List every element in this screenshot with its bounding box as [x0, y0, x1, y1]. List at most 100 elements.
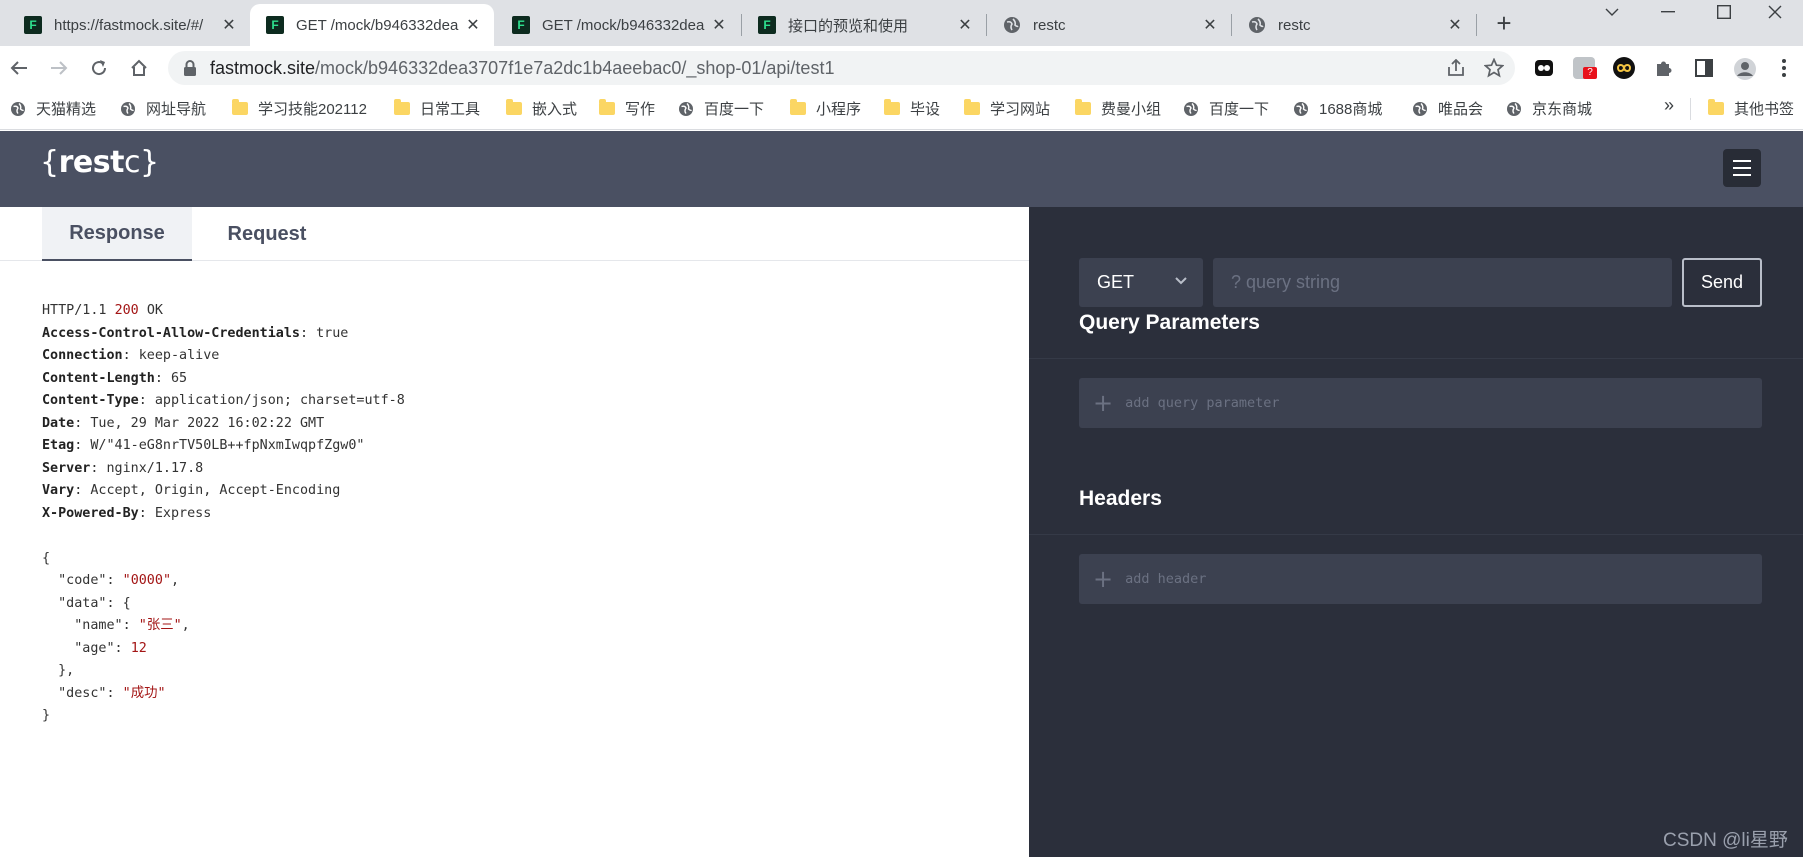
address-bar[interactable]: fastmock.site/mock/b946332dea3707f1e7a2d… [168, 51, 1515, 85]
extension-icon[interactable] [1533, 57, 1555, 79]
header-name: Connection [42, 348, 123, 363]
maximize-icon[interactable] [1696, 0, 1752, 24]
header-value: nginx/1.17.8 [106, 460, 204, 476]
close-icon[interactable]: ✕ [956, 15, 974, 35]
more-bookmarks-button[interactable]: » [1664, 95, 1674, 116]
url-text[interactable]: fastmock.site/mock/b946332dea3707f1e7a2d… [210, 58, 834, 79]
bookmark-item[interactable]: 费曼小组 [1075, 98, 1161, 119]
lock-icon[interactable] [182, 59, 198, 77]
send-button[interactable]: Send [1682, 258, 1762, 307]
bookmark-label: 网址导航 [146, 101, 207, 118]
response-panel: Response Request HTTP/1.1 200 OK Access-… [0, 207, 1029, 857]
bookmark-item[interactable]: 学习网站 [964, 98, 1050, 119]
headers-title: Headers [1079, 487, 1162, 510]
bookmark-item[interactable]: 小程序 [790, 98, 861, 119]
method-value: GET [1097, 272, 1135, 292]
bookmark-label: 费曼小组 [1101, 101, 1162, 118]
add-header-button[interactable]: + add header [1079, 554, 1762, 604]
window-close-icon[interactable] [1747, 0, 1803, 24]
bookmark-item[interactable]: 写作 [599, 98, 655, 119]
browser-tab[interactable]: F 接口的预览和使用 ✕ [742, 4, 986, 46]
header-name: X-Powered-By [42, 505, 139, 521]
forward-icon[interactable] [46, 55, 72, 81]
close-icon[interactable]: ✕ [220, 15, 238, 35]
close-icon[interactable]: ✕ [464, 15, 482, 35]
window-dropdown-icon[interactable] [1584, 0, 1640, 24]
folder-icon [506, 99, 522, 115]
divider [1029, 358, 1803, 359]
tab-title: restc [1033, 16, 1066, 34]
home-icon[interactable] [126, 55, 152, 81]
query-string-input[interactable] [1213, 258, 1672, 307]
hamburger-menu-icon[interactable] [1723, 149, 1761, 187]
side-panel-icon[interactable] [1693, 57, 1715, 79]
response-content: HTTP/1.1 200 OK Access-Control-Allow-Cre… [42, 303, 405, 723]
reload-icon[interactable] [86, 55, 112, 81]
method-select[interactable]: GET [1079, 258, 1203, 307]
bookmark-item[interactable]: 日常工具 [394, 98, 480, 119]
extensions-puzzle-icon[interactable] [1653, 57, 1675, 79]
other-bookmarks-button[interactable]: 其他书签 [1708, 98, 1794, 119]
header-value: true [316, 325, 349, 341]
response-header-line: Etag: W/"41-eG8nrTV50LB++fpNxmIwqpfZgw0" [42, 438, 365, 453]
plus-icon: + [1093, 565, 1114, 593]
minimize-icon[interactable] [1640, 0, 1696, 24]
bookmark-label: 京东商城 [1532, 101, 1593, 118]
bookmark-item[interactable]: 京东商城 [1506, 98, 1592, 119]
header-name: Content-Type [42, 393, 139, 408]
bookmark-label: 嵌入式 [532, 101, 578, 118]
extension-badge: ? [1583, 67, 1597, 79]
bookmark-item[interactable]: 学习技能202112 [232, 98, 367, 119]
request-panel: GET Send Query Parameters + add query par… [1029, 207, 1803, 857]
chevron-down-icon [1175, 277, 1187, 285]
tab-request[interactable]: Request [192, 207, 342, 261]
browser-tab[interactable]: F https://fastmock.site/#/ ✕ [8, 4, 250, 46]
new-tab-button[interactable]: + [1490, 10, 1518, 38]
globe-icon [679, 101, 693, 116]
add-query-parameter-button[interactable]: + add query parameter [1079, 378, 1762, 428]
status-text: OK [146, 303, 163, 318]
browser-tab[interactable]: restc ✕ [987, 4, 1231, 46]
share-icon[interactable] [1446, 59, 1466, 77]
close-icon[interactable]: ✕ [1446, 15, 1464, 35]
url-path: /mock/b946332dea3707f1e7a2dc1b4aeebac0/_… [315, 58, 835, 78]
tab-title: 接口的预览和使用 [788, 17, 909, 35]
bookmark-item[interactable]: 嵌入式 [506, 98, 577, 119]
panel-tabs: Response Request [0, 207, 1029, 261]
header-value: keep-alive [138, 348, 220, 363]
close-icon[interactable]: ✕ [1201, 15, 1219, 35]
folder-icon [394, 99, 410, 115]
fastmock-icon: F [266, 16, 284, 34]
bookmark-item[interactable]: 百度一下 [678, 98, 764, 119]
bookmark-item[interactable]: 唯品会 [1412, 98, 1483, 119]
header-value: 65 [171, 370, 188, 386]
browser-tab-active[interactable]: F GET /mock/b946332dea ✕ [250, 4, 494, 46]
extension-icon[interactable]: ? [1573, 57, 1597, 79]
profile-avatar[interactable] [1733, 57, 1756, 80]
bookmark-label: 百度一下 [704, 101, 765, 118]
close-icon[interactable]: ✕ [710, 15, 728, 35]
header-name: Server [42, 460, 91, 476]
browser-tab-strip: F https://fastmock.site/#/ ✕ F GET /mock… [0, 0, 1803, 46]
browser-tab[interactable]: restc ✕ [1232, 4, 1476, 46]
bookmark-item[interactable]: 1688商城 [1293, 98, 1382, 119]
header-value: Accept, Origin, Accept-Encoding [90, 483, 341, 498]
globe-icon [1507, 101, 1521, 116]
browser-tab[interactable]: F GET /mock/b946332dea ✕ [496, 4, 740, 46]
bookmark-item[interactable]: 毕设 [884, 98, 940, 119]
folder-icon [1708, 99, 1724, 115]
tab-title: https://fastmock.site/#/ [54, 16, 204, 34]
tab-response[interactable]: Response [42, 207, 192, 261]
fastmock-icon: F [512, 16, 530, 34]
back-icon[interactable] [6, 55, 32, 81]
browser-menu-icon[interactable] [1773, 57, 1795, 79]
globe-icon [1413, 101, 1427, 116]
extension-icon[interactable] [1613, 57, 1635, 79]
bookmark-item[interactable]: 百度一下 [1183, 98, 1269, 119]
folder-icon [790, 99, 806, 115]
response-header-line: Access-Control-Allow-Credentials: true [42, 325, 349, 341]
bookmark-item[interactable]: 天猫精选 [10, 98, 96, 119]
bookmark-star-icon[interactable] [1484, 58, 1504, 78]
bookmark-item[interactable]: 网址导航 [120, 98, 206, 119]
header-name: Date [42, 415, 75, 431]
